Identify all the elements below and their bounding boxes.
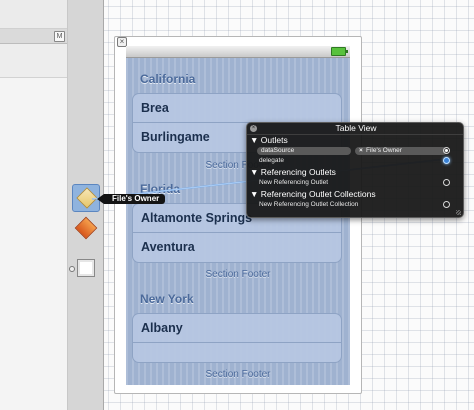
table-row[interactable] (133, 343, 341, 362)
outlet-target[interactable]: × File's Owner (355, 147, 447, 155)
section-footer: Section Footer (205, 369, 271, 380)
outlet-well[interactable] (443, 179, 450, 186)
connection-target-tooltip: File's Owner (96, 194, 166, 204)
referencing-outlets-section[interactable]: ▼ Referencing Outlets (247, 167, 463, 177)
close-icon[interactable]: × (250, 125, 257, 132)
navigator-row[interactable] (0, 44, 67, 78)
disclosure-triangle-icon[interactable]: ▼ (250, 167, 261, 177)
referencing-collections-section[interactable]: ▼ Referencing Outlet Collections (247, 189, 463, 199)
disconnect-icon[interactable]: × (359, 147, 366, 155)
new-referencing-collection-label: New Referencing Outlet Collection (259, 201, 359, 208)
navigator-row[interactable] (0, 0, 67, 29)
files-owner-cube-icon (76, 187, 98, 209)
outlet-name: delegate (259, 157, 284, 164)
outlet-well[interactable] (443, 147, 450, 154)
modified-badge: M (54, 31, 65, 42)
disclosure-triangle-icon[interactable]: ▼ (250, 189, 261, 199)
section-group: Albany (132, 313, 342, 363)
connections-hud[interactable]: Table View × ▼ Outlets dataSource × File'… (246, 122, 464, 218)
outlets-section[interactable]: ▼ Outlets (247, 135, 463, 145)
new-referencing-outlet-label: New Referencing Outlet (259, 179, 329, 186)
hud-title: Table View (247, 123, 463, 135)
outlet-row: delegate (247, 156, 463, 166)
outlet-well-active[interactable] (443, 157, 450, 164)
section-header: New York (140, 292, 194, 306)
disclosure-marker-icon[interactable] (69, 266, 75, 272)
battery-icon (331, 47, 348, 56)
disclosure-triangle-icon[interactable]: ▼ (250, 135, 261, 145)
section-header: California (140, 72, 196, 86)
outlet-target-label: File's Owner (366, 147, 402, 154)
outlet-well[interactable] (443, 201, 450, 208)
referencing-outlets-header: Referencing Outlets (260, 167, 336, 177)
simulated-status-bar (126, 46, 350, 58)
document-outline-dock (68, 0, 104, 410)
outlet-name: dataSource (257, 147, 351, 155)
table-row[interactable]: Aventura (133, 233, 341, 262)
table-view[interactable]: California Brea Burlingame Section Foote… (126, 58, 350, 385)
new-referencing-collection-row: New Referencing Outlet Collection (247, 200, 463, 210)
first-responder-cube-icon[interactable] (74, 216, 98, 240)
table-row[interactable]: Brea (133, 94, 341, 123)
table-row[interactable]: Albany (133, 314, 341, 343)
referencing-collections-header: Referencing Outlet Collections (260, 189, 376, 199)
navigator-pane: M (0, 0, 68, 410)
new-referencing-outlet-row: New Referencing Outlet (247, 178, 463, 188)
files-owner-object[interactable] (72, 184, 100, 212)
view-object-icon[interactable] (77, 259, 95, 277)
outlet-row: dataSource × File's Owner (247, 146, 463, 156)
outlets-header: Outlets (260, 135, 288, 145)
resize-grip-icon[interactable] (456, 210, 461, 215)
section-footer: Section Footer (205, 269, 271, 280)
